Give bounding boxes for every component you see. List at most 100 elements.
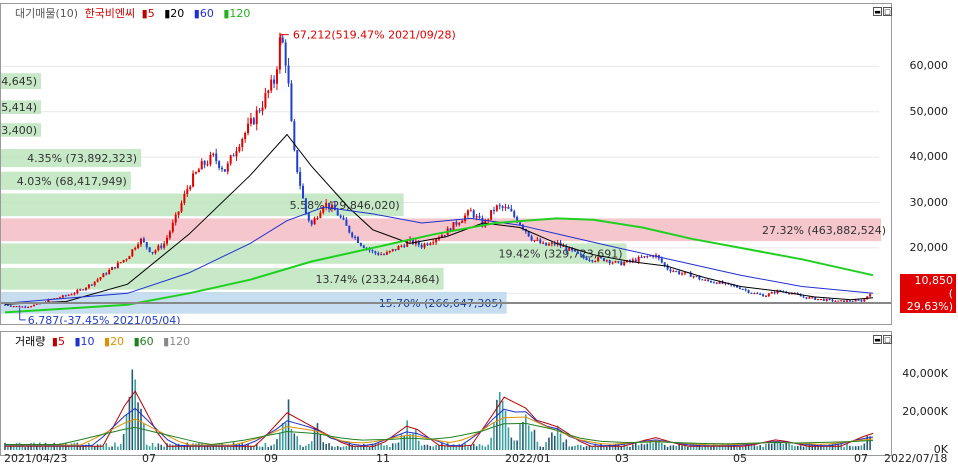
candle-body: [863, 299, 866, 302]
candle-body: [435, 239, 438, 243]
date-axis-label: 07: [854, 452, 868, 465]
candle-body: [490, 210, 493, 220]
volume-bar: [420, 445, 423, 450]
volume-minimize-button[interactable]: ▬: [873, 335, 882, 344]
volume-chart-pane[interactable]: 거래량 ▮5 ▮10 ▮20 ▮60 ▮120 ▬ □: [0, 331, 892, 456]
candle-body: [388, 250, 391, 253]
candle-body: [530, 236, 533, 241]
candle-body: [837, 300, 840, 302]
candle-body: [122, 259, 125, 263]
candle-body: [831, 299, 834, 302]
candle-body: [383, 254, 386, 256]
candle-body: [738, 287, 741, 289]
volume-chart-canvas[interactable]: [1, 332, 891, 455]
volume-bar: [157, 443, 160, 450]
price-chart-pane[interactable]: 0.87% (14,714,645) 0.40% (6,725,414) 0.65%…: [0, 3, 892, 325]
candle-body: [61, 295, 64, 298]
pane-maximize-button[interactable]: □: [883, 7, 892, 16]
volume-bar: [383, 445, 385, 450]
volume-bar: [585, 446, 588, 450]
current-change-badge: ( 29.63%): [900, 287, 956, 313]
volume-profile-label: 0.87% (14,714,645): [1, 75, 37, 88]
volume-bar: [308, 444, 310, 450]
candle-body: [547, 244, 550, 246]
volume-bar: [325, 443, 327, 450]
legend-ma120: ▮120: [223, 7, 251, 20]
volume-bar: [394, 443, 397, 450]
candle-body: [848, 300, 851, 302]
pane-minimize-button[interactable]: ▬: [873, 7, 882, 16]
candle-body: [64, 295, 67, 297]
volume-bar: [99, 444, 102, 450]
volume-bar: [857, 446, 860, 450]
candle-body: [197, 169, 200, 173]
volume-bar: [519, 422, 521, 450]
volume-bar: [591, 446, 594, 450]
volume-bar: [649, 441, 652, 450]
volume-bar: [718, 446, 721, 450]
price-chart-canvas[interactable]: 0.87% (14,714,645) 0.40% (6,725,414) 0.65%…: [1, 4, 891, 324]
volume-bar: [334, 446, 336, 450]
volume-bar: [111, 446, 113, 450]
candle-body: [643, 256, 646, 258]
volume-bar: [788, 443, 790, 450]
volume-bar: [229, 446, 232, 450]
candle-body: [316, 217, 319, 219]
candle-body: [131, 249, 134, 257]
volume-bar: [177, 443, 180, 450]
candle-body: [539, 239, 542, 244]
candle-body: [681, 273, 684, 275]
volume-bar: [562, 442, 565, 450]
candle-body: [174, 214, 177, 223]
candle-body: [507, 207, 510, 209]
volume-bar: [331, 446, 333, 450]
volume-bar: [397, 442, 400, 450]
volume-bar: [377, 442, 380, 450]
volume-bar: [669, 445, 672, 450]
price-axis-label: 60,000: [909, 59, 949, 73]
volume-bar: [226, 446, 229, 450]
volume-bar: [640, 443, 643, 450]
candle-body: [582, 255, 585, 258]
candle-body: [113, 267, 116, 269]
volume-bar: [559, 433, 562, 450]
candle-body: [76, 290, 79, 294]
volume-bar: [739, 446, 741, 450]
candle-body: [12, 306, 15, 308]
volume-bar: [160, 444, 163, 450]
candle-body: [302, 185, 305, 199]
volume-bar: [527, 425, 530, 450]
candle-body: [229, 155, 232, 164]
volume-bar: [504, 410, 507, 450]
volume-bar: [701, 446, 704, 450]
volume-bar: [759, 445, 761, 450]
candle-body: [513, 211, 516, 217]
date-axis-label: 09: [264, 452, 278, 465]
volume-bar: [753, 445, 756, 450]
candle-body: [492, 210, 495, 212]
candle-body: [669, 269, 672, 272]
candle-body: [304, 198, 307, 214]
candle-body: [498, 205, 501, 207]
volume-bar: [854, 446, 857, 450]
volume-bar: [687, 446, 689, 450]
candle-body: [209, 154, 212, 165]
volume-bar: [209, 446, 212, 450]
volume-bar: [438, 445, 440, 450]
volume-bar: [773, 442, 776, 450]
candle-body: [843, 300, 846, 303]
legend-stock-name: 한국비엔씨: [84, 7, 136, 20]
volume-bar: [762, 446, 764, 450]
date-axis-label: 2022/07/18: [884, 452, 948, 465]
volume-legend-name: 거래량: [15, 335, 46, 348]
candle-body: [137, 244, 140, 248]
candle-body: [712, 282, 715, 284]
volume-maximize-button[interactable]: □: [883, 335, 892, 344]
date-axis-label: 05: [733, 452, 747, 465]
candle-body: [400, 245, 403, 247]
volume-bar: [339, 447, 342, 450]
candle-body: [597, 257, 600, 262]
candle-body: [822, 299, 825, 301]
candle-body: [469, 210, 472, 212]
candle-body: [808, 297, 811, 299]
